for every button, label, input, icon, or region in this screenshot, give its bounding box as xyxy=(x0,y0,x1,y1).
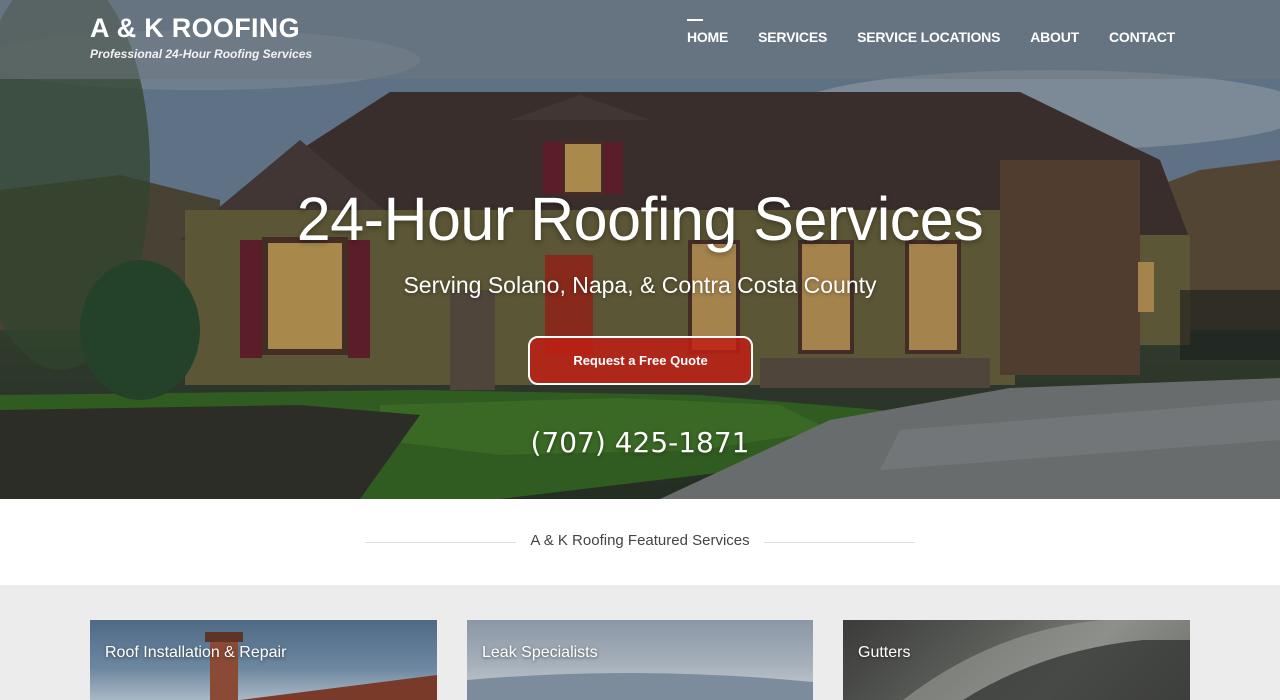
service-card-leak-specialists[interactable]: Leak Specialists xyxy=(467,620,813,700)
hero-subtitle: Serving Solano, Napa, & Contra Costa Cou… xyxy=(403,272,877,298)
service-card-label: Roof Installation & Repair xyxy=(105,644,287,661)
phone-number-link[interactable]: (707) 425-1871 xyxy=(0,426,1280,459)
featured-services-cards: Roof Installation & Repair Leak Speciali… xyxy=(0,585,1280,700)
nav-item-about[interactable]: ABOUT xyxy=(1030,29,1079,45)
featured-services-heading-section: A & K Roofing Featured Services xyxy=(0,499,1280,585)
hero-section: A & K ROOFING Professional 24-Hour Roofi… xyxy=(0,0,1280,499)
header-bar: A & K ROOFING Professional 24-Hour Roofi… xyxy=(0,0,1280,79)
service-card-label: Leak Specialists xyxy=(482,644,598,661)
main-nav: HOME SERVICES SERVICE LOCATIONS ABOUT CO… xyxy=(686,19,1175,45)
brand[interactable]: A & K ROOFING Professional 24-Hour Roofi… xyxy=(90,12,312,61)
brand-title[interactable]: A & K ROOFING xyxy=(90,12,312,44)
service-card-roof-installation[interactable]: Roof Installation & Repair xyxy=(90,620,437,700)
hero-title: 24-Hour Roofing Services xyxy=(296,185,984,253)
nav-item-service-locations[interactable]: SERVICE LOCATIONS xyxy=(857,29,1000,45)
nav-item-services[interactable]: SERVICES xyxy=(758,29,827,45)
service-card-label: Gutters xyxy=(858,644,911,661)
featured-services-heading: A & K Roofing Featured Services xyxy=(0,532,1280,549)
request-quote-button[interactable]: Request a Free Quote xyxy=(528,336,753,385)
brand-tagline: Professional 24-Hour Roofing Services xyxy=(90,47,313,61)
nav-item-contact[interactable]: CONTACT xyxy=(1109,29,1175,45)
nav-item-home[interactable]: HOME xyxy=(686,19,728,45)
featured-services-heading-text: A & K Roofing Featured Services xyxy=(516,532,764,549)
service-card-gutters[interactable]: Gutters xyxy=(843,620,1190,700)
